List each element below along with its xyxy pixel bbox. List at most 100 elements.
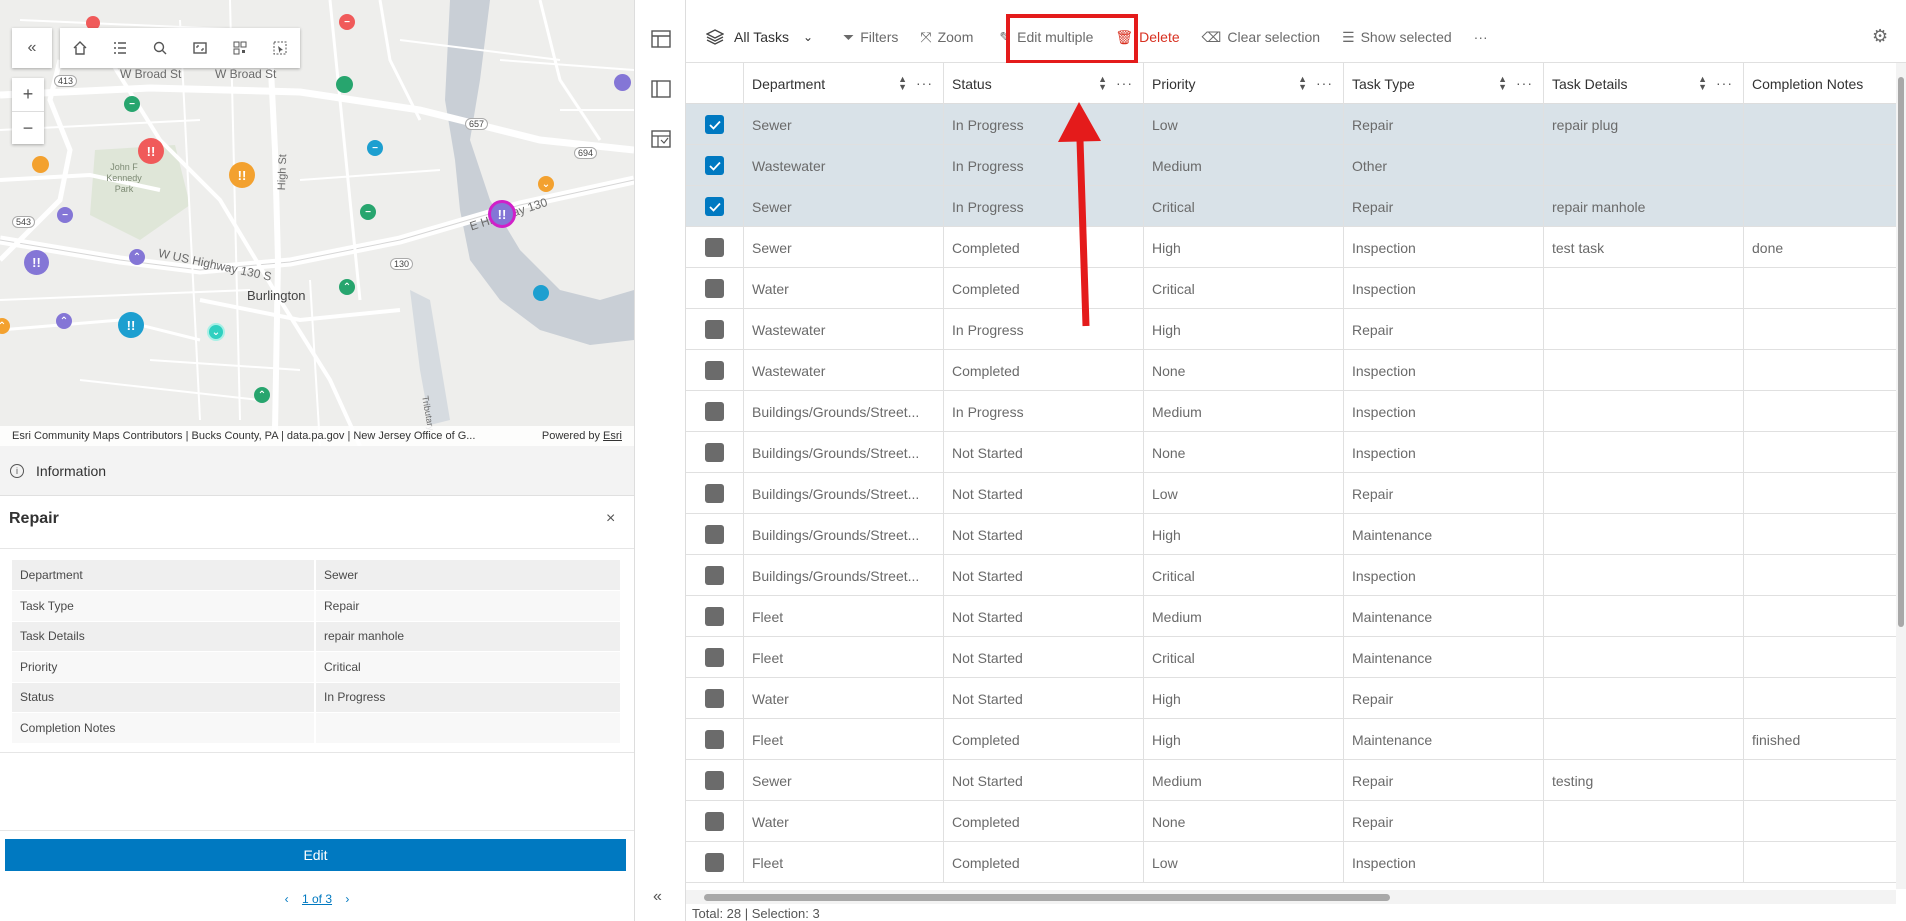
- table-cell[interactable]: Completed: [944, 227, 1144, 268]
- gear-icon[interactable]: ⚙: [1872, 26, 1888, 47]
- table-cell[interactable]: [1744, 801, 1896, 842]
- table-row[interactable]: Sewer In Progress Critical Repair repair man…: [686, 186, 1896, 227]
- row-checkbox[interactable]: [705, 812, 724, 831]
- table-cell[interactable]: Repair: [1344, 104, 1544, 145]
- scroll-thumb[interactable]: [1898, 77, 1904, 627]
- row-checkbox[interactable]: [705, 320, 724, 339]
- table-row[interactable]: Wastewater In Progress Medium Other: [686, 145, 1896, 186]
- table-cell[interactable]: Low: [1144, 104, 1344, 145]
- zoom-in-button[interactable]: +: [12, 78, 44, 111]
- task-marker[interactable]: −: [339, 14, 355, 30]
- qr-code-button[interactable]: [220, 28, 260, 68]
- table-cell[interactable]: [1544, 555, 1744, 596]
- table-cell[interactable]: Completed: [944, 268, 1144, 309]
- task-marker[interactable]: −: [124, 96, 140, 112]
- search-button[interactable]: [140, 28, 180, 68]
- edit-button[interactable]: Edit: [5, 839, 626, 871]
- horizontal-scrollbar[interactable]: [686, 890, 1896, 904]
- table-cell[interactable]: Buildings/Grounds/Street...: [744, 555, 944, 596]
- map-view[interactable]: W Broad St W Broad St High St John F Ken…: [0, 0, 634, 446]
- column-header-completion-notes[interactable]: Completion Notes: [1744, 63, 1896, 104]
- column-menu-icon[interactable]: ···: [1716, 75, 1733, 91]
- table-cell[interactable]: High: [1144, 719, 1344, 760]
- table-cell[interactable]: [1744, 309, 1896, 350]
- table-cell[interactable]: [1744, 678, 1896, 719]
- table-cell[interactable]: Repair: [1344, 473, 1544, 514]
- row-checkbox[interactable]: [705, 361, 724, 380]
- row-checkbox[interactable]: [705, 566, 724, 585]
- table-cell[interactable]: Not Started: [944, 678, 1144, 719]
- table-cell[interactable]: Fleet: [744, 637, 944, 678]
- pager-count[interactable]: 1 of 3: [302, 892, 332, 906]
- table-cell[interactable]: Fleet: [744, 842, 944, 883]
- table-cell[interactable]: [1544, 801, 1744, 842]
- table-cell[interactable]: Medium: [1144, 145, 1344, 186]
- table-cell[interactable]: Buildings/Grounds/Street...: [744, 432, 944, 473]
- column-menu-icon[interactable]: ···: [1316, 75, 1333, 91]
- table-row[interactable]: Buildings/Grounds/Street... Not Started No…: [686, 432, 1896, 473]
- table-row[interactable]: Water Completed None Repair: [686, 801, 1896, 842]
- column-header-priority[interactable]: Priority ▲ ▼ ···: [1144, 63, 1344, 104]
- table-cell[interactable]: [1744, 514, 1896, 555]
- table-cell[interactable]: [1544, 391, 1744, 432]
- task-marker[interactable]: ⌄: [207, 323, 225, 341]
- row-checkbox[interactable]: [705, 238, 724, 257]
- table-cell[interactable]: Not Started: [944, 760, 1144, 801]
- task-marker[interactable]: ⌃: [339, 279, 355, 295]
- table-cell[interactable]: [1744, 596, 1896, 637]
- row-checkbox[interactable]: [705, 279, 724, 298]
- table-cell[interactable]: High: [1144, 227, 1344, 268]
- table-row[interactable]: Wastewater In Progress High Repair: [686, 309, 1896, 350]
- zoom-out-button[interactable]: −: [12, 111, 44, 144]
- table-cell[interactable]: In Progress: [944, 186, 1144, 227]
- column-header-task-details[interactable]: Task Details ▲ ▼ ···: [1544, 63, 1744, 104]
- table-cell[interactable]: finished: [1744, 719, 1896, 760]
- table-cell[interactable]: Sewer: [744, 760, 944, 801]
- row-checkbox[interactable]: [705, 197, 724, 216]
- task-marker[interactable]: [614, 74, 631, 91]
- task-marker[interactable]: ⌄: [538, 176, 554, 192]
- table-cell[interactable]: Maintenance: [1344, 596, 1544, 637]
- column-header-task-type[interactable]: Task Type ▲ ▼ ···: [1344, 63, 1544, 104]
- table-cell[interactable]: In Progress: [944, 104, 1144, 145]
- table-cell[interactable]: test task: [1544, 227, 1744, 268]
- table-cell[interactable]: None: [1144, 801, 1344, 842]
- task-marker[interactable]: ⌃: [129, 249, 145, 265]
- column-header-status[interactable]: Status ▲ ▼ ···: [944, 63, 1144, 104]
- table-row[interactable]: Sewer Completed High Inspection test task don…: [686, 227, 1896, 268]
- table-cell[interactable]: None: [1144, 432, 1344, 473]
- table-cell[interactable]: Repair: [1344, 678, 1544, 719]
- row-checkbox[interactable]: [705, 689, 724, 708]
- task-marker[interactable]: −: [367, 140, 383, 156]
- table-cell[interactable]: Water: [744, 268, 944, 309]
- table-cell[interactable]: Wastewater: [744, 309, 944, 350]
- table-row[interactable]: Fleet Not Started Medium Maintenance: [686, 596, 1896, 637]
- table-cell[interactable]: Not Started: [944, 596, 1144, 637]
- table-row[interactable]: Buildings/Grounds/Street... Not Started Hi…: [686, 514, 1896, 555]
- row-checkbox[interactable]: [705, 730, 724, 749]
- table-cell[interactable]: Not Started: [944, 432, 1144, 473]
- table-cell[interactable]: [1744, 268, 1896, 309]
- table-cell[interactable]: Fleet: [744, 596, 944, 637]
- row-checkbox[interactable]: [705, 484, 724, 503]
- table-cell[interactable]: Low: [1144, 473, 1344, 514]
- table-cell[interactable]: [1544, 268, 1744, 309]
- table-cell[interactable]: Maintenance: [1344, 719, 1544, 760]
- table-cell[interactable]: Inspection: [1344, 350, 1544, 391]
- table-cell[interactable]: [1744, 637, 1896, 678]
- row-checkbox[interactable]: [705, 648, 724, 667]
- table-row[interactable]: Buildings/Grounds/Street... Not Started Lo…: [686, 473, 1896, 514]
- sort-icon[interactable]: ▲ ▼: [1298, 75, 1307, 92]
- table-cell[interactable]: [1744, 473, 1896, 514]
- table-cell[interactable]: [1544, 514, 1744, 555]
- sort-icon[interactable]: ▲ ▼: [1098, 75, 1107, 92]
- close-popup-button[interactable]: ×: [606, 510, 615, 528]
- table-cell[interactable]: Repair: [1344, 309, 1544, 350]
- table-cell[interactable]: Inspection: [1344, 842, 1544, 883]
- information-header[interactable]: i Information: [0, 446, 634, 496]
- table-cell[interactable]: Critical: [1144, 555, 1344, 596]
- table-cell[interactable]: High: [1144, 678, 1344, 719]
- table-cell[interactable]: Critical: [1144, 637, 1344, 678]
- panel-layout-icon[interactable]: [651, 80, 671, 98]
- column-menu-icon[interactable]: ···: [916, 75, 933, 91]
